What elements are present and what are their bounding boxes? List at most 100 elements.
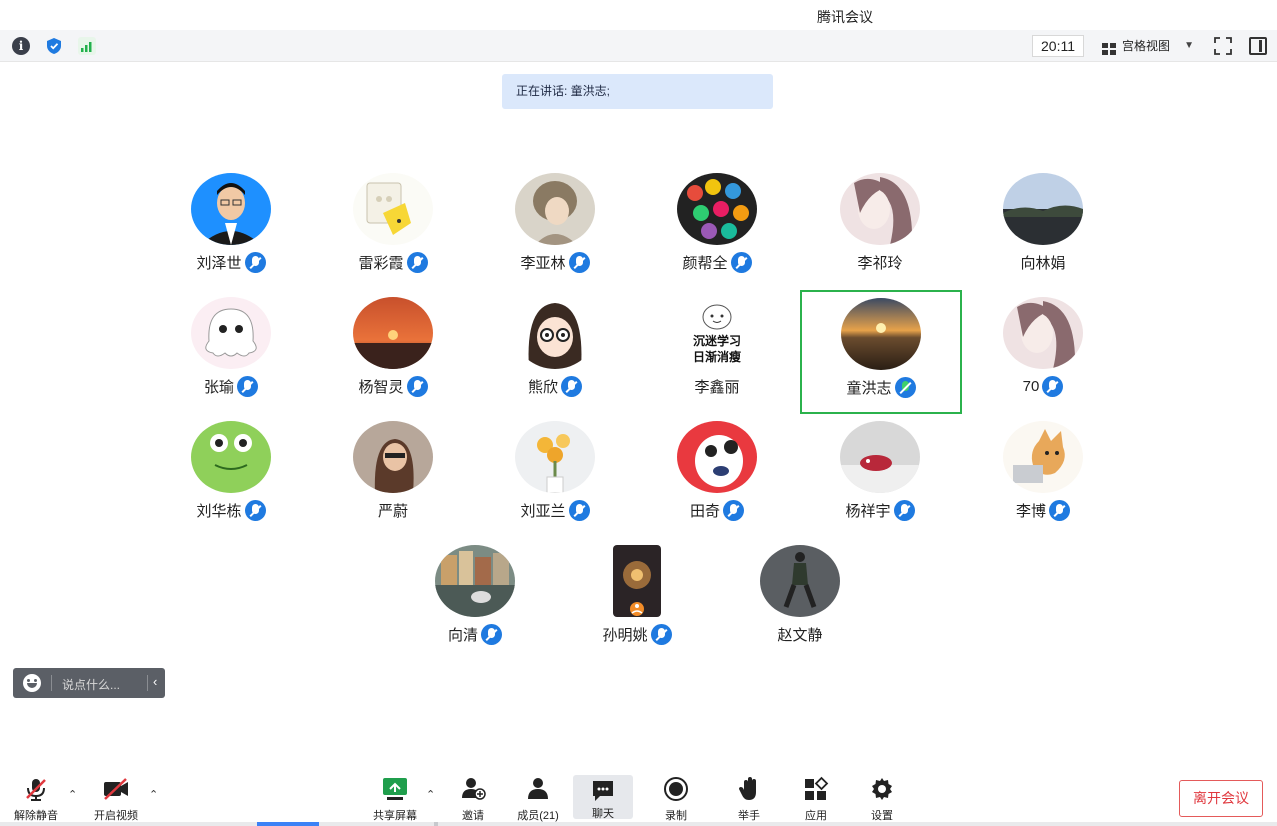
participant-name: 刘泽世 [196,255,242,272]
participant-tile[interactable]: 李祁玲 [799,165,961,289]
shield-icon[interactable] [45,37,63,55]
participant-tile[interactable]: 向清 [394,537,556,661]
settings-button[interactable]: 设置 [858,776,906,824]
participant-name: 李博 [1015,503,1046,520]
mic-speaking-icon [894,377,916,398]
participant-name: 孙明姚 [602,627,648,644]
emoji-icon[interactable] [23,674,41,692]
avatar [515,173,595,245]
leave-meeting-button[interactable]: 离开会议 [1179,780,1263,817]
members-button[interactable]: 成员(21) [508,776,568,824]
avatar [1003,421,1083,493]
participant-name: 雷彩霞 [358,255,404,272]
user-icon [508,776,568,802]
chevron-up-icon[interactable]: ⌃ [426,788,435,801]
chat-quick-input[interactable]: 说点什么... ‹ [13,668,165,698]
participant-name: 田奇 [689,503,720,520]
mic-muted-icon [568,252,590,273]
title-bar: 腾讯会议 [0,0,1277,30]
grid-view-icon [1102,40,1116,55]
bottom-progress-bar [0,822,1277,826]
mic-muted-icon [244,500,266,521]
chat-button[interactable]: 聊天 [573,775,633,820]
chevron-up-icon[interactable]: ⌃ [68,788,77,801]
chat-bubble-icon [573,778,633,804]
raise-hand-button[interactable]: 举手 [725,776,773,824]
participant-tile[interactable]: 70 [962,289,1124,413]
participant-tile[interactable]: 沉迷学习 日渐消瘦 李鑫丽 [636,289,798,413]
avatar [515,421,595,493]
record-button[interactable]: 录制 [652,776,700,824]
avatar [840,421,920,493]
chevron-left-icon[interactable]: ‹ [153,674,157,689]
avatar [353,421,433,493]
mic-muted-icon [1049,500,1070,521]
participant-tile[interactable]: 雷彩霞 [312,165,474,289]
avatar [841,298,921,370]
participant-name: 向清 [447,627,478,644]
avatar [613,545,661,617]
participant-tile[interactable]: 张瑜 [150,289,312,413]
avatar [191,421,271,493]
participant-tile[interactable]: 颜帮全 [636,165,798,289]
unmute-button[interactable]: 解除静音 [8,776,64,824]
fullscreen-icon[interactable] [1214,37,1232,55]
participant-tile[interactable]: 刘亚兰 [474,413,636,537]
participant-tile[interactable]: 田奇 [636,413,798,537]
mic-muted-icon [561,376,582,397]
participant-name: 赵文静 [777,627,823,644]
hand-icon [725,776,773,802]
participant-tile[interactable]: 向林娟 [962,165,1124,289]
participant-name: 严蔚 [377,503,408,520]
participant-tile[interactable]: 刘泽世 [150,165,312,289]
participant-tile-speaking[interactable]: 童洪志 [800,290,962,414]
participant-tile[interactable]: 李亚林 [474,165,636,289]
invite-button[interactable]: 邀请 [448,776,498,824]
start-video-button[interactable]: 开启视频 [86,776,146,824]
gear-icon [858,776,906,802]
avatar-caption-1: 沉迷学习 [693,333,741,348]
avatar [515,297,595,369]
avatar [191,173,271,245]
mic-off-icon [8,776,64,802]
participant-name: 向林娟 [1020,255,1066,272]
mic-muted-icon [406,252,428,273]
participant-tile[interactable]: 刘华栋 [150,413,312,537]
mic-muted-icon [237,376,258,397]
participant-name: 熊欣 [527,379,558,396]
participant-name: 杨智灵 [358,379,404,396]
avatar [1003,173,1083,245]
apps-button[interactable]: 应用 [792,776,840,824]
participant-name: 张瑜 [203,379,234,396]
participant-name: 刘亚兰 [520,503,566,520]
mic-muted-icon [730,252,752,273]
participant-tile[interactable]: 杨祥宇 [799,413,961,537]
participant-tile[interactable]: 孙明姚 [556,537,718,661]
chat-placeholder: 说点什么... [62,678,121,692]
avatar: 沉迷学习 日渐消瘦 [677,297,757,369]
add-user-icon [448,776,498,802]
apps-icon [792,776,840,802]
mic-muted-icon [723,500,744,521]
info-icon[interactable]: i [12,37,30,55]
participant-name: 杨祥宇 [845,503,891,520]
avatar [191,297,271,369]
participant-tile[interactable]: 杨智灵 [312,289,474,413]
participant-tile[interactable]: 严蔚 [312,413,474,537]
mic-muted-icon [406,376,428,397]
avatar-caption-2: 日渐消瘦 [693,349,741,364]
share-screen-button[interactable]: 共享屏幕 [366,776,424,824]
meeting-timer: 20:11 [1032,35,1084,57]
signal-icon[interactable] [78,37,96,55]
chevron-up-icon[interactable]: ⌃ [149,788,158,801]
avatar [840,173,920,245]
view-mode-dropdown[interactable]: 宫格视图 ▼ [1096,35,1204,57]
avatar [1003,297,1083,369]
mic-muted-icon [244,252,266,273]
participant-tile[interactable]: 李博 [962,413,1124,537]
avatar [435,545,515,617]
participant-tile[interactable]: 赵文静 [719,537,881,661]
bottom-toolbar: 解除静音 ⌃ 开启视频 ⌃ 共享屏幕 ⌃ 邀请 成员(21) 聊天 录制 举手 … [0,770,1277,826]
participant-tile[interactable]: 熊欣 [474,289,636,413]
side-panel-icon[interactable] [1249,37,1267,55]
